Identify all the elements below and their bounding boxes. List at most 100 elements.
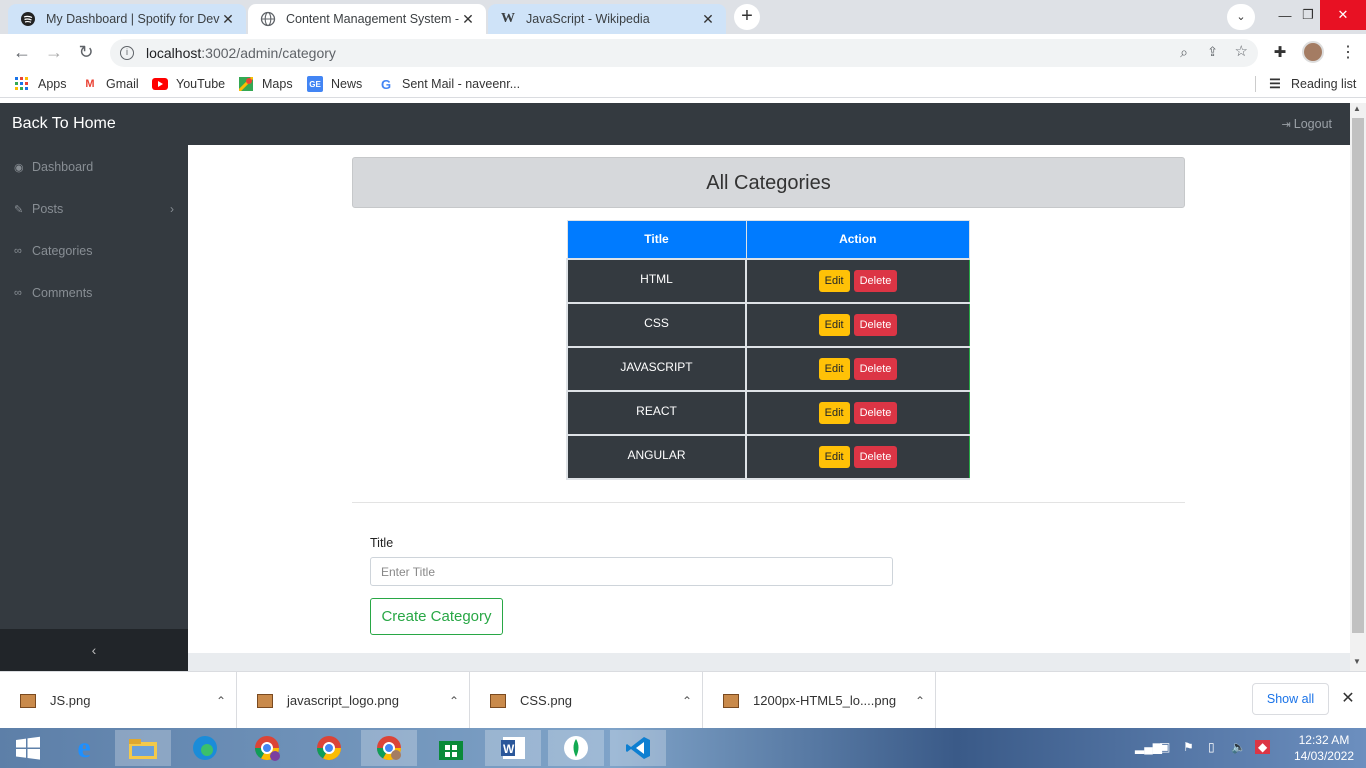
bookmark-gmail[interactable]: M Gmail [82,76,139,92]
bookmark-sent-mail[interactable]: G Sent Mail - naveenr... [378,76,520,92]
download-filename: javascript_logo.png [287,693,400,708]
bookmark-maps[interactable]: Maps [238,76,293,92]
delete-button[interactable]: Delete [853,313,898,336]
windows-start-icon[interactable] [0,730,56,766]
close-icon[interactable]: ✕ [460,11,476,28]
scrollbar-thumb[interactable] [1352,118,1364,633]
google-icon: G [380,76,392,92]
edit-button[interactable]: Edit [818,401,850,424]
chrome-profile-icon[interactable] [239,730,295,766]
clock-date: 14/03/2022 [1293,749,1354,763]
mongodb-compass-icon[interactable] [548,730,604,766]
download-item[interactable]: 1200px-HTML5_lo....png ⌃ [703,672,936,729]
system-clock[interactable]: 12:32 AM 14/03/2022 [1294,732,1354,764]
close-icon[interactable]: ✕ [700,11,716,28]
url-path: :3002/admin/category [201,45,336,61]
scroll-up-icon[interactable]: ▲ [1353,104,1361,113]
title-input[interactable] [370,557,893,586]
tab-cms[interactable]: Content Management System - A ✕ [248,4,486,34]
sidebar-item-dashboard[interactable]: ◉ Dashboard [14,160,93,174]
menu-icon[interactable]: ⋮ [1334,38,1362,66]
download-item[interactable]: javascript_logo.png ⌃ [237,672,470,729]
store-icon[interactable] [423,730,479,766]
download-item[interactable]: CSS.png ⌃ [470,672,703,729]
volume-icon[interactable]: 🔈 [1231,740,1246,754]
edit-button[interactable]: Edit [818,357,850,380]
edit-button[interactable]: Edit [818,313,850,336]
zoom-icon[interactable]: ⌕ [1180,44,1188,61]
sidebar-toggle-button[interactable]: ‹ [0,629,188,671]
sidebar-item-categories[interactable]: ∞ Categories [14,244,92,258]
back-to-home-link[interactable]: Back To Home [12,115,116,133]
chevron-up-icon[interactable]: ⌃ [439,694,469,708]
category-title: HTML [566,257,747,304]
show-all-button[interactable]: Show all [1252,683,1329,715]
tab-spotify[interactable]: My Dashboard | Spotify for Deve ✕ [8,4,246,34]
logout-link[interactable]: ⇥ Logout [1282,117,1332,131]
flag-icon[interactable]: ⚑ [1183,740,1194,754]
share-icon[interactable]: ⇪ [1207,44,1218,60]
delete-button[interactable]: Delete [853,401,898,424]
edit-button[interactable]: Edit [818,269,850,292]
table-row: ANGULAR Edit Delete [566,433,970,480]
avatar[interactable] [1302,41,1324,63]
edge-icon[interactable] [177,730,233,766]
bookmark-star-icon[interactable]: ☆ [1235,42,1248,60]
sidebar-item-label: Dashboard [32,160,94,174]
delete-button[interactable]: Delete [853,269,898,292]
download-item[interactable]: JS.png ⌃ [0,672,237,729]
category-title: ANGULAR [566,433,747,480]
bookmark-label: Gmail [106,77,139,91]
bookmark-apps[interactable]: Apps [14,76,67,92]
wrench-icon: ✎ [14,203,24,216]
vscode-icon[interactable] [610,730,666,766]
table-row: JAVASCRIPT Edit Delete [566,345,970,392]
sidebar-item-comments[interactable]: ∞ Comments [14,286,92,300]
chrome-active-icon[interactable] [361,730,417,766]
chevron-up-icon[interactable]: ⌃ [206,694,236,708]
gmail-icon: M [85,78,95,90]
bookmark-news[interactable]: GE News [307,76,362,92]
edit-button[interactable]: Edit [818,445,850,468]
reading-list-button[interactable]: ☰ Reading list [1267,76,1356,92]
info-icon[interactable]: i [120,46,134,60]
back-arrow-icon[interactable]: ← [8,38,36,66]
column-header-action: Action [745,220,970,259]
delete-button[interactable]: Delete [853,445,898,468]
sidebar: ◉ Dashboard ✎ Posts › ∞ Categories ∞ Comment… [0,145,188,671]
extensions-icon[interactable]: ✚ [1266,38,1294,66]
column-header-title: Title [566,220,747,259]
forward-arrow-icon[interactable]: → [40,38,68,66]
file-explorer-icon[interactable] [115,730,171,766]
notification-badge-icon[interactable]: ◆ [1255,740,1271,754]
close-icon[interactable]: ✕ [1338,688,1358,710]
chevron-up-icon[interactable]: ⌃ [672,694,702,708]
bookmark-youtube[interactable]: YouTube [152,76,225,92]
close-icon[interactable]: ✕ [220,11,236,28]
tab-search-chevron-icon[interactable]: ⌄ [1227,4,1255,30]
globe-icon [260,11,276,27]
tab-wikipedia[interactable]: W JavaScript - Wikipedia ✕ [488,4,726,34]
word-icon[interactable]: W [485,730,541,766]
sidebar-item-posts[interactable]: ✎ Posts [14,202,63,216]
chevron-up-icon[interactable]: ⌃ [905,694,935,708]
browser-tab-strip: My Dashboard | Spotify for Deve ✕ Conten… [0,0,1366,34]
zoom-app-icon[interactable]: ▣ [1159,740,1170,754]
new-tab-button[interactable]: + [734,4,760,30]
create-category-button[interactable]: Create Category [370,598,503,635]
reload-icon[interactable]: ↻ [72,38,100,66]
chrome-icon[interactable] [301,730,357,766]
battery-icon[interactable]: ▯ [1208,740,1215,754]
delete-button[interactable]: Delete [853,357,898,380]
wikipedia-icon: W [501,11,515,26]
browser-toolbar: ← → ↻ i localhost:3002/admin/category ⌕ … [0,34,1366,70]
page-heading: All Categories [352,157,1185,208]
scroll-down-icon[interactable]: ▼ [1353,657,1361,666]
content-footer-gutter [188,653,1350,671]
reading-list-icon: ☰ [1269,76,1281,91]
address-bar[interactable]: i localhost:3002/admin/category ⌕ ⇪ ☆ [110,39,1258,67]
internet-explorer-icon[interactable]: e [56,730,112,766]
apps-grid-icon [14,76,30,92]
window-close-button[interactable]: ✕ [1320,0,1366,30]
network-icon[interactable]: ▂▄▆ [1135,740,1162,754]
